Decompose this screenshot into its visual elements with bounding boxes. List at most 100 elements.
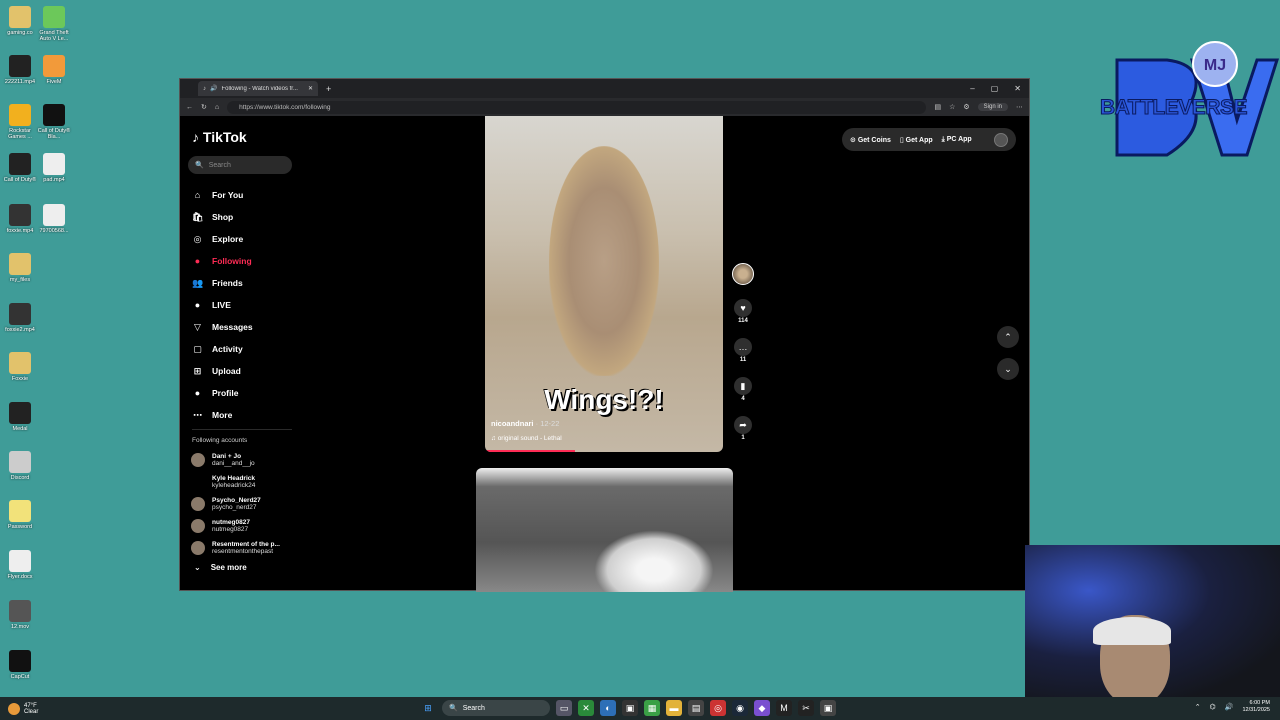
home-icon[interactable]: ⌂: [215, 104, 219, 111]
sidebar-item-more[interactable]: ⋯ More: [192, 404, 302, 426]
desktop-icon[interactable]: Medal: [2, 402, 38, 432]
video-sound[interactable]: ♫ original sound - Lethal: [491, 435, 562, 442]
creator-avatar[interactable]: [732, 263, 754, 285]
desktop-icon[interactable]: Discord: [2, 451, 38, 481]
weather-temp: 47°F: [24, 702, 37, 709]
pc-app-button[interactable]: ⤓ PC App: [942, 136, 972, 144]
maximize-button[interactable]: ▢: [991, 84, 999, 93]
app2-icon[interactable]: ▣: [820, 700, 836, 716]
minimize-button[interactable]: –: [970, 84, 974, 93]
desktop-icon-label: Discord: [10, 475, 30, 481]
start-button-icon[interactable]: ⊞: [420, 700, 436, 716]
desktop-icon[interactable]: Call of Duty®: [2, 153, 38, 183]
tab-following[interactable]: ♪ 🔊 Following - Watch videos fr... ✕: [198, 81, 318, 96]
desktop-icon[interactable]: Flyer.docx: [2, 550, 38, 580]
spreadsheet-icon[interactable]: ▦: [644, 700, 660, 716]
medal-icon[interactable]: M: [776, 700, 792, 716]
sidebar-item-label: LIVE: [212, 300, 231, 310]
chrome-icon[interactable]: ◎: [710, 700, 726, 716]
sidebar-item-profile[interactable]: ● Profile: [192, 382, 302, 404]
task-view-icon[interactable]: ▭: [556, 700, 572, 716]
desktop-icon-image: [43, 55, 65, 77]
sidebar-item-messages[interactable]: ▽ Messages: [192, 316, 302, 338]
video-progress-bar[interactable]: [485, 450, 576, 452]
clock[interactable]: 6:00 PM 12/31/2025: [1242, 700, 1270, 714]
desktop-icon[interactable]: pad.mp4: [36, 153, 72, 183]
tiktok-logo[interactable]: ♪ TikTok: [192, 129, 247, 145]
file-explorer-icon[interactable]: ▬: [666, 700, 682, 716]
desktop-icon[interactable]: 12.mov: [2, 600, 38, 630]
sidebar-item-activity[interactable]: ▢ Activity: [192, 338, 302, 360]
weather-widget[interactable]: 47°F Clear: [8, 702, 38, 715]
comment-icon[interactable]: …: [734, 338, 752, 356]
speaker-icon[interactable]: 🔊: [210, 85, 217, 92]
sidebar-item-following[interactable]: ● Following: [192, 250, 302, 272]
desktop-icon[interactable]: foxxie2.mp4: [2, 303, 38, 333]
get-app-button[interactable]: ▯ Get App: [900, 136, 933, 144]
desktop-icon[interactable]: my_files: [2, 253, 38, 283]
chevron-up-icon[interactable]: ⌃: [1195, 703, 1201, 711]
taskbar-search[interactable]: 🔍 Search: [442, 700, 550, 716]
sign-in-button[interactable]: Sign in: [977, 103, 1008, 111]
capcut-icon[interactable]: ✂: [798, 700, 814, 716]
desktop-icon[interactable]: Password: [2, 500, 38, 530]
desktop-icon[interactable]: CapCut: [2, 650, 38, 680]
search-input[interactable]: 🔍 Search: [188, 156, 292, 174]
see-more-button[interactable]: ⌄ See more: [194, 563, 247, 572]
previous-video-button[interactable]: ⌃: [997, 326, 1019, 348]
network-icon[interactable]: ⌬: [1210, 703, 1216, 711]
sidebar-item-shop[interactable]: 🛍 Shop: [192, 206, 302, 228]
desktop-icon[interactable]: Rockstar Games ...: [2, 104, 38, 140]
video-player[interactable]: Wings!?! nicoandnari · 12-22 ♫ original …: [485, 116, 723, 452]
desktop-icon[interactable]: 222211.mp4: [2, 55, 38, 85]
following-account[interactable]: Psycho_Nerd27 psycho_nerd27: [191, 497, 261, 511]
extensions-icon[interactable]: ⚙: [963, 103, 969, 111]
tiktok-page: ♪ TikTok 🔍 Search ⌂ For You 🛍 Shop ◎ Explore ●…: [180, 116, 1029, 592]
share-icon[interactable]: ➦: [734, 416, 752, 434]
app-icon[interactable]: ◆: [754, 700, 770, 716]
following-accounts-header: Following accounts: [192, 437, 248, 444]
close-tab-icon[interactable]: ✕: [308, 85, 313, 92]
desktop-icon-label: Foxxie: [11, 376, 29, 382]
sidebar-item-for-you[interactable]: ⌂ For You: [192, 184, 302, 206]
volume-icon[interactable]: 🔊: [1225, 703, 1234, 711]
desktop-icon[interactable]: Grand Theft Auto V Le...: [36, 6, 72, 42]
menu-dots-icon[interactable]: ⋯: [1016, 103, 1023, 111]
terminal-icon[interactable]: ▣: [622, 700, 638, 716]
desktop-icon[interactable]: FiveM: [36, 55, 72, 85]
video-author[interactable]: nicoandnari · 12-22: [491, 419, 559, 428]
desktop-icon-label: my_files: [9, 277, 31, 283]
account-username: dani__and__jo: [212, 460, 255, 467]
profile-avatar[interactable]: [994, 132, 1008, 147]
favorite-star-icon[interactable]: ☆: [949, 103, 955, 111]
back-icon[interactable]: ←: [186, 104, 193, 111]
get-coins-button[interactable]: ⊙ Get Coins: [850, 136, 891, 144]
reload-icon[interactable]: ↻: [201, 103, 207, 111]
xbox-icon[interactable]: ✕: [578, 700, 594, 716]
sidebar-item-friends[interactable]: 👥 Friends: [192, 272, 302, 294]
new-tab-button[interactable]: +: [326, 84, 331, 94]
next-video[interactable]: [476, 468, 733, 592]
desktop-icon[interactable]: 79700568...: [36, 204, 72, 234]
close-window-button[interactable]: ✕: [1014, 84, 1021, 93]
like-icon[interactable]: ♥: [734, 299, 752, 317]
store-icon[interactable]: ▤: [688, 700, 704, 716]
desktop-icon[interactable]: foxxie.mp4: [2, 204, 38, 234]
edge-icon[interactable]: ◐: [600, 700, 616, 716]
sidebar-item-explore[interactable]: ◎ Explore: [192, 228, 302, 250]
steam-icon[interactable]: ◉: [732, 700, 748, 716]
following-account[interactable]: Kyle Headrick kyleheadrick24: [191, 475, 255, 489]
desktop-icon[interactable]: Call of Duty® Bla...: [36, 104, 72, 140]
desktop-icon[interactable]: Foxxie: [2, 352, 38, 382]
bookmark-icon[interactable]: ▮: [734, 377, 752, 395]
next-video-button[interactable]: ⌄: [997, 358, 1019, 380]
sidebar-item-live[interactable]: ● LIVE: [192, 294, 302, 316]
desktop-icon-image: [9, 451, 31, 473]
following-account[interactable]: Dani + Jo dani__and__jo: [191, 453, 255, 467]
url-field[interactable]: https://www.tiktok.com/following: [227, 100, 927, 114]
following-account[interactable]: nutmeg0827 nutmeg0827: [191, 519, 250, 533]
following-account[interactable]: Resentment of the p... resentmentonthepas…: [191, 541, 280, 555]
desktop-icon[interactable]: gaming.co: [2, 6, 38, 36]
sidebar-item-upload[interactable]: ⊞ Upload: [192, 360, 302, 382]
reader-icon[interactable]: ▤: [934, 103, 941, 111]
